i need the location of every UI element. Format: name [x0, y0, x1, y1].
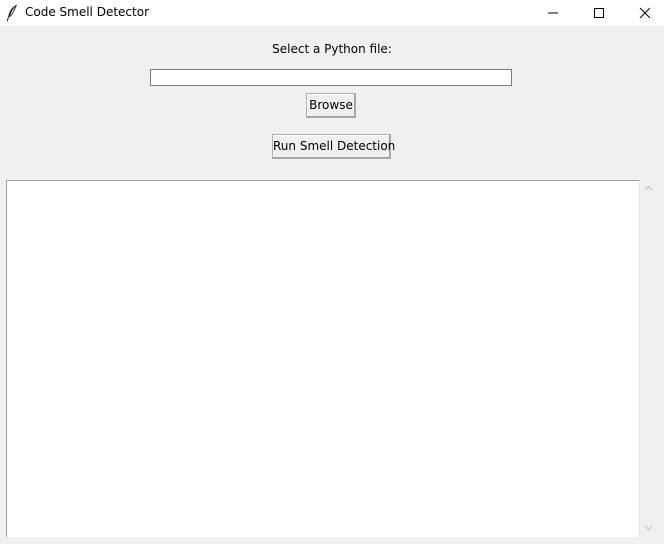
results-scrollbar[interactable]: [640, 180, 657, 537]
close-icon: [639, 7, 651, 19]
app-window: Code Smell Detector Select a Python file…: [0, 0, 664, 544]
run-smell-detection-button[interactable]: Run Smell Detection: [272, 134, 395, 159]
file-select-label: Select a Python file:: [272, 42, 392, 56]
file-path-input[interactable]: [150, 69, 512, 86]
results-text-area[interactable]: [6, 180, 640, 537]
browse-button[interactable]: Browse: [306, 93, 356, 118]
scroll-up-arrow-icon: [644, 185, 653, 191]
feather-icon: [6, 4, 18, 22]
maximize-icon: [594, 8, 604, 18]
maximize-button[interactable]: [576, 0, 622, 26]
scroll-up-button[interactable]: [640, 180, 657, 197]
minimize-icon: [548, 12, 558, 14]
close-button[interactable]: [622, 0, 664, 26]
scroll-down-button[interactable]: [640, 520, 657, 537]
scroll-down-arrow-icon: [644, 525, 653, 531]
title-bar[interactable]: Code Smell Detector: [0, 0, 664, 26]
window-title: Code Smell Detector: [25, 5, 149, 19]
minimize-button[interactable]: [530, 0, 576, 26]
